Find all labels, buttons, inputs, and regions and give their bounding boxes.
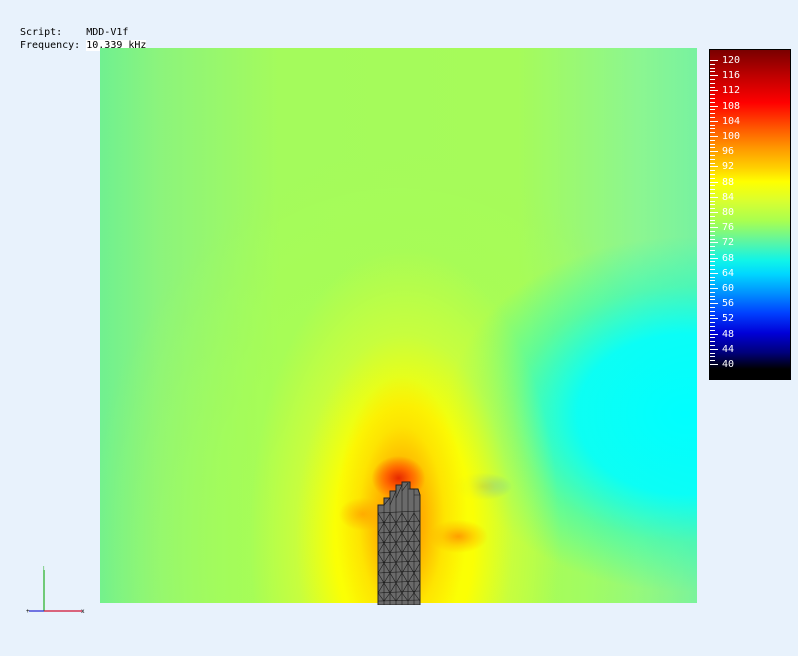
legend-tick-label: 64 bbox=[710, 266, 790, 281]
legend-tick-label: 104 bbox=[710, 114, 790, 129]
script-row: Script: MDD-V1f bbox=[20, 26, 146, 39]
legend-minor-tick bbox=[710, 139, 715, 141]
script-label: Script: bbox=[20, 27, 63, 38]
legend-tick-label: 68 bbox=[710, 251, 790, 266]
legend-minor-tick bbox=[710, 170, 715, 172]
legend-minor-tick bbox=[710, 124, 715, 126]
y-axis-end-mark: | bbox=[42, 566, 46, 573]
legend-minor-tick bbox=[710, 352, 715, 354]
legend-minor-tick bbox=[710, 200, 715, 202]
legend-minor-tick bbox=[710, 109, 715, 111]
legend-tick-label: 52 bbox=[710, 311, 790, 326]
color-scale-legend: 120 116 112 108 104 100 96 92 88 84 80 76 72 68 64 60 56… bbox=[709, 49, 791, 380]
z-axis-end-mark: + bbox=[26, 608, 30, 615]
frequency-label: Frequency: bbox=[20, 40, 81, 51]
legend-minor-tick bbox=[710, 261, 715, 263]
legend-minor-tick bbox=[710, 276, 715, 278]
legend-tick-label: 96 bbox=[710, 144, 790, 159]
legend-tick-label: 80 bbox=[710, 205, 790, 220]
legend-tick-label: 92 bbox=[710, 159, 790, 174]
axes-triad: | x + bbox=[26, 566, 85, 615]
speaker-mesh-model[interactable] bbox=[376, 481, 422, 605]
legend-minor-tick bbox=[710, 155, 715, 156]
legend-minor-tick bbox=[710, 94, 715, 96]
script-value: MDD-V1f bbox=[86, 27, 129, 38]
legend-minor-tick bbox=[710, 79, 715, 80]
legend-minor-tick bbox=[710, 231, 715, 232]
legend-tick-label: 112 bbox=[710, 83, 790, 98]
legend-tick-label: 60 bbox=[710, 281, 790, 296]
legend-tick-label: 72 bbox=[710, 235, 790, 250]
legend-tick-label: 40 bbox=[710, 357, 790, 372]
legend-minor-tick bbox=[710, 337, 715, 339]
legend-tick-label: 88 bbox=[710, 175, 790, 190]
legend-tick-label: 56 bbox=[710, 296, 790, 311]
legend-minor-tick bbox=[710, 215, 715, 217]
legend-minor-tick bbox=[710, 322, 715, 324]
legend-tick-label: 84 bbox=[710, 190, 790, 205]
legend-tick-label: 44 bbox=[710, 342, 790, 357]
legend-minor-tick bbox=[710, 307, 715, 308]
legend-tick-label: 76 bbox=[710, 220, 790, 235]
legend-tick-label: 48 bbox=[710, 327, 790, 342]
legend-tick-label: 100 bbox=[710, 129, 790, 144]
legend-minor-tick bbox=[710, 291, 715, 293]
legend-tick-label: 116 bbox=[710, 68, 790, 83]
legend-minor-tick bbox=[710, 246, 715, 248]
legend-minor-tick bbox=[710, 185, 715, 187]
legend-tick-label: 120 bbox=[710, 53, 790, 68]
legend-minor-tick bbox=[710, 63, 715, 65]
legend-tick-label: 108 bbox=[710, 99, 790, 114]
x-axis-end-mark: x bbox=[81, 608, 85, 615]
